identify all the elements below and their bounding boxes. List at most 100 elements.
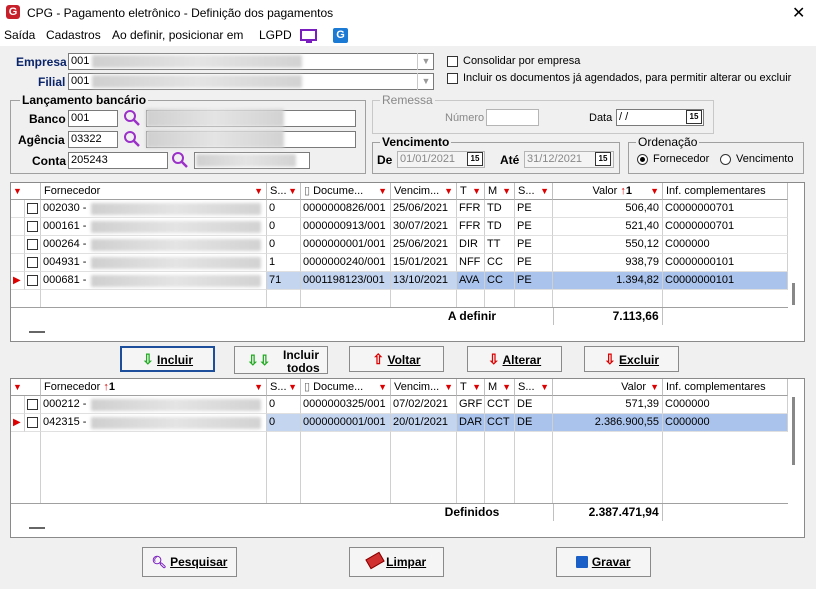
cell-fornecedor: 000212 - bbox=[41, 396, 267, 414]
numero-label: Número bbox=[445, 112, 485, 124]
cell-venc: 25/06/2021 bbox=[391, 200, 457, 218]
table-row[interactable]: ▶ 042315 - 0 0000000001/001 20/01/2021 DAR CCT… bbox=[11, 414, 788, 432]
row-checkbox[interactable] bbox=[27, 417, 38, 428]
table-row[interactable]: 000212 - 0 0000000325/001 07/02/2021 GRF CCT D… bbox=[11, 396, 788, 414]
filter-icon[interactable]: ▼ bbox=[502, 379, 511, 395]
calendar-icon[interactable]: 15 bbox=[467, 152, 483, 166]
filter-icon[interactable]: ▼ bbox=[540, 379, 549, 395]
filter-icon[interactable]: ▼ bbox=[288, 379, 297, 395]
excluir-button[interactable]: ⇩ Excluir bbox=[584, 346, 679, 372]
cell-valor: 2.386.900,55 bbox=[553, 414, 663, 432]
g-logo-icon[interactable]: G bbox=[333, 28, 348, 43]
row-checkbox[interactable] bbox=[27, 275, 38, 286]
ordenacao-fornecedor-radio[interactable] bbox=[637, 154, 648, 165]
gravar-button[interactable]: Gravar bbox=[556, 547, 651, 577]
col-s2[interactable]: S... ▼ bbox=[515, 379, 553, 396]
col-s2[interactable]: S... ▼ bbox=[515, 183, 553, 200]
col-t[interactable]: T ▼ bbox=[457, 183, 485, 200]
filter-icon[interactable]: ▼ bbox=[472, 379, 481, 395]
filter-icon[interactable]: ▼ bbox=[378, 183, 387, 199]
chevron-down-icon[interactable]: ▼ bbox=[417, 73, 434, 90]
horizontal-scrollbar[interactable] bbox=[29, 527, 45, 529]
agencia-input[interactable]: 03322 bbox=[68, 131, 118, 148]
conta-input[interactable]: 205243 bbox=[68, 152, 168, 169]
limpar-button[interactable]: Limpar bbox=[349, 547, 444, 577]
col-valor[interactable]: Valor ▼ bbox=[553, 379, 663, 396]
col-documento[interactable]: ▯ Docume... ▼ bbox=[301, 183, 391, 200]
col-valor[interactable]: Valor ↑1 ▼ bbox=[553, 183, 663, 200]
filter-icon[interactable]: ▼ bbox=[378, 379, 387, 395]
cell-fornecedor: 004931 - bbox=[41, 254, 267, 272]
cell-doc: 0000000826/001 bbox=[301, 200, 391, 218]
menu-ao-definir[interactable]: Ao definir, posicionar em bbox=[112, 28, 243, 42]
filter-icon[interactable]: ▼ bbox=[13, 183, 22, 199]
table-row[interactable]: 000161 - 0 0000000913/001 30/07/2021 FFR TD PE… bbox=[11, 218, 788, 236]
table-row[interactable]: 002030 - 0 0000000826/001 25/06/2021 FFR TD PE… bbox=[11, 200, 788, 218]
chevron-down-icon[interactable]: ▼ bbox=[417, 53, 434, 70]
table-row[interactable]: 004931 - 1 0000000240/001 15/01/2021 NFF CC PE… bbox=[11, 254, 788, 272]
calendar-icon[interactable]: 15 bbox=[595, 152, 611, 166]
row-checkbox[interactable] bbox=[27, 257, 38, 268]
filter-icon[interactable]: ▼ bbox=[472, 183, 481, 199]
ordenacao-vencimento-radio[interactable] bbox=[720, 154, 731, 165]
cell-doc: 0000000913/001 bbox=[301, 218, 391, 236]
numero-input[interactable] bbox=[486, 109, 539, 126]
row-checkbox[interactable] bbox=[27, 399, 38, 410]
calendar-icon[interactable]: 15 bbox=[686, 110, 702, 124]
incluir-todos-button[interactable]: ⇩⇩ Incluir todos bbox=[234, 346, 328, 374]
col-s[interactable]: S... ▼ bbox=[267, 379, 301, 396]
search-icon[interactable] bbox=[123, 109, 141, 127]
row-checkbox-cell bbox=[25, 218, 41, 236]
incluir-button[interactable]: ⇩ Incluir bbox=[120, 346, 215, 372]
consolidar-checkbox[interactable] bbox=[447, 56, 458, 67]
vertical-scrollbar[interactable] bbox=[792, 283, 795, 305]
filter-icon[interactable]: ▼ bbox=[254, 379, 263, 395]
filter-icon[interactable]: ▼ bbox=[650, 183, 659, 199]
menu-saida[interactable]: Saída bbox=[4, 28, 35, 42]
incluir-docs-checkbox[interactable] bbox=[447, 73, 458, 84]
menu-lgpd[interactable]: LGPD bbox=[259, 28, 292, 42]
col-inf[interactable]: Inf. complementares bbox=[663, 183, 788, 200]
col-vencimento[interactable]: Vencim... ▼ bbox=[391, 379, 457, 396]
close-icon[interactable]: ✕ bbox=[792, 3, 805, 23]
grid-line bbox=[514, 290, 515, 307]
filter-icon[interactable]: ▼ bbox=[502, 183, 511, 199]
search-icon[interactable] bbox=[171, 151, 189, 169]
row-checkbox[interactable] bbox=[27, 221, 38, 232]
row-checkbox[interactable] bbox=[27, 203, 38, 214]
filter-icon[interactable]: ▼ bbox=[444, 379, 453, 395]
row-checkbox[interactable] bbox=[27, 239, 38, 250]
filter-icon[interactable]: ▼ bbox=[254, 183, 263, 199]
filter-icon[interactable]: ▼ bbox=[444, 183, 453, 199]
banco-input[interactable]: 001 bbox=[68, 110, 118, 127]
document-icon: ▯ bbox=[304, 185, 314, 197]
filial-value: 001 bbox=[71, 75, 90, 87]
col-fornecedor[interactable]: Fornecedor ↑1 ▼ bbox=[41, 379, 267, 396]
col-inf[interactable]: Inf. complementares bbox=[663, 379, 788, 396]
filter-icon[interactable]: ▼ bbox=[650, 379, 659, 395]
filter-icon[interactable]: ▼ bbox=[540, 183, 549, 199]
alterar-button[interactable]: ⇩ Alterar bbox=[467, 346, 562, 372]
vertical-scrollbar[interactable] bbox=[792, 397, 795, 465]
menu-cadastros[interactable]: Cadastros bbox=[46, 28, 101, 42]
col-m[interactable]: M ▼ bbox=[485, 379, 515, 396]
col-t[interactable]: T ▼ bbox=[457, 379, 485, 396]
table-row[interactable]: 000264 - 0 0000000001/001 25/06/2021 DIR TT PE… bbox=[11, 236, 788, 254]
table-row[interactable]: ▶ 000681 - 71 0001198123/001 13/10/2021 AVA CC… bbox=[11, 272, 788, 290]
limpar-label: Limpar bbox=[386, 555, 427, 569]
row-checkbox-cell bbox=[25, 236, 41, 254]
row-checkbox-cell bbox=[25, 200, 41, 218]
filter-icon[interactable]: ▼ bbox=[13, 379, 22, 395]
search-icon[interactable] bbox=[123, 130, 141, 148]
col-m[interactable]: M ▼ bbox=[485, 183, 515, 200]
monitor-icon[interactable] bbox=[300, 29, 318, 44]
pesquisar-button[interactable]: 🔍︎ Pesquisar bbox=[142, 547, 237, 577]
grid-line bbox=[40, 290, 41, 307]
horizontal-scrollbar[interactable] bbox=[29, 331, 45, 333]
col-vencimento[interactable]: Vencim... ▼ bbox=[391, 183, 457, 200]
filter-icon[interactable]: ▼ bbox=[288, 183, 297, 199]
voltar-button[interactable]: ⇧ Voltar bbox=[349, 346, 444, 372]
col-documento[interactable]: ▯ Docume... ▼ bbox=[301, 379, 391, 396]
col-fornecedor[interactable]: Fornecedor ▼ bbox=[41, 183, 267, 200]
col-s[interactable]: S... ▼ bbox=[267, 183, 301, 200]
